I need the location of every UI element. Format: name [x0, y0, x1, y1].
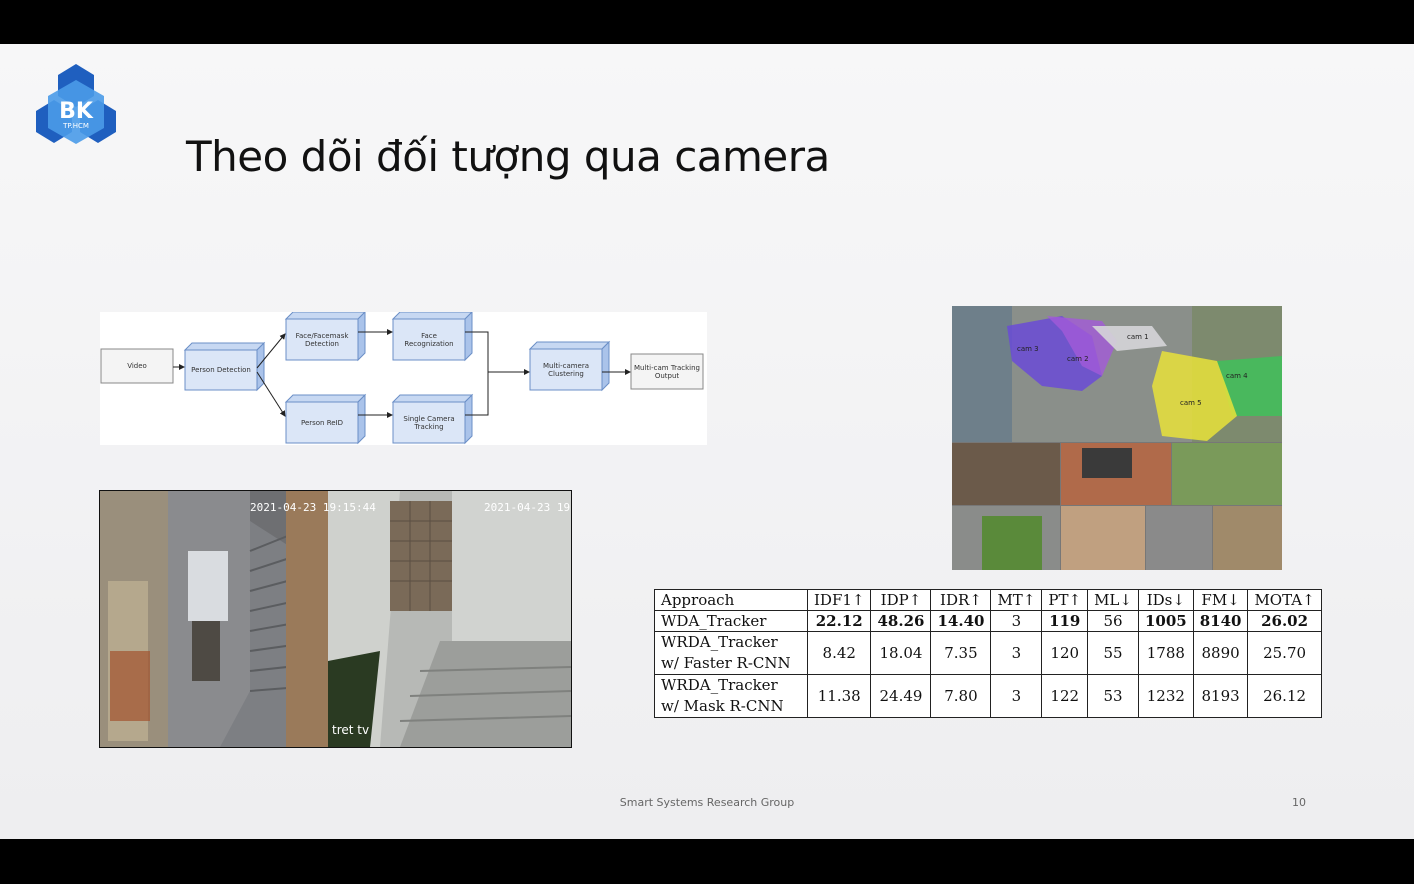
table-header-row: Approach IDF1↑ IDP↑ IDR↑ MT↑ PT↑ ML↓ IDs… [654, 589, 1322, 611]
cell-ml: 56 [1087, 610, 1139, 632]
node-face-detection: Face/Facemask Detection [286, 319, 358, 360]
cell-mt: 3 [990, 674, 1043, 718]
logo-text: BK [59, 99, 94, 124]
header-idr: IDR↑ [930, 589, 992, 611]
cam3-label: cam 3 [1017, 345, 1039, 353]
cell-ids: 1232 [1137, 674, 1194, 718]
slide-title: Theo dõi đối tượng qua camera [186, 132, 830, 181]
cell-mt: 3 [990, 631, 1043, 675]
node-single-camera-tracking: Single Camera Tracking [393, 402, 465, 443]
cam1-label: cam 1 [1127, 333, 1149, 341]
row-approach-name: WDA_Tracker [654, 610, 808, 632]
cam2-label: cam 2 [1067, 355, 1089, 363]
cell-fm: 8890 [1192, 631, 1249, 675]
header-fm: FM↓ [1192, 589, 1249, 611]
node-face-recognition: Face Recognization [393, 319, 465, 360]
row-approach-line1: WRDA_Tracker [661, 676, 778, 694]
row-approach-line2: w/ Mask R-CNN [661, 697, 784, 715]
cell-idp: 48.26 [870, 610, 932, 632]
logo-subtext: TP.HCM [62, 122, 89, 130]
cell-mota: 26.02 [1247, 610, 1322, 632]
cell-pt: 120 [1041, 631, 1089, 675]
header-idf1: IDF1↑ [806, 589, 872, 611]
table-row: WRDA_Tracker w/ Mask R-CNN 11.38 24.49 7.… [654, 674, 1322, 718]
results-table: Approach IDF1↑ IDP↑ IDR↑ MT↑ PT↑ ML↓ IDs… [654, 589, 1322, 718]
cell-ml: 53 [1087, 674, 1139, 718]
row-approach-name: WRDA_Tracker w/ Faster R-CNN [654, 631, 808, 675]
header-idp: IDP↑ [870, 589, 932, 611]
cctv-stairwell-image: 2021-04-23 19:15:44 2021-04-23 19:15:29 … [99, 490, 572, 748]
node-person-detection: Person Detection [191, 366, 251, 374]
node-output-line2: Output [654, 371, 680, 380]
node-video: Video [127, 362, 147, 370]
header-mota: MOTA↑ [1247, 589, 1322, 611]
row-approach-name: WRDA_Tracker w/ Mask R-CNN [654, 674, 808, 718]
cell-idf1: 22.12 [806, 610, 872, 632]
node-multi-camera-clustering: Multi-camera Clustering [530, 349, 602, 390]
cctv-watermark: tret tv [332, 723, 369, 737]
cell-idf1: 11.38 [806, 674, 872, 718]
cell-pt: 122 [1041, 674, 1089, 718]
header-approach: Approach [654, 589, 808, 611]
table-row: WRDA_Tracker w/ Faster R-CNN 8.42 18.04 7… [654, 631, 1322, 675]
node-person-reid: Person ReID [300, 418, 344, 427]
cctv-left-timestamp: 2021-04-23 19:15:44 [250, 501, 376, 514]
header-mt: MT↑ [990, 589, 1043, 611]
node-output-line1: Multi-cam Tracking [634, 363, 700, 372]
node-single-tracking-line2: Tracking [414, 422, 444, 431]
table-row: WDA_Tracker 22.12 48.26 14.40 3 119 56 1… [654, 610, 1322, 632]
node-clustering-line1: Multi-camera [542, 361, 590, 370]
node-face-detection-line1: Face/Facemask [295, 331, 349, 340]
node-face-detection-line2: Detection [304, 339, 339, 348]
slide: BK TP.HCM Theo dõi đối tượng qua camera [0, 44, 1414, 839]
cell-pt: 119 [1041, 610, 1089, 632]
cell-mt: 3 [990, 610, 1043, 632]
row-approach-line1: WRDA_Tracker [661, 633, 778, 651]
university-logo: BK TP.HCM [32, 62, 120, 152]
cell-idp: 18.04 [870, 631, 932, 675]
cell-ids: 1005 [1137, 610, 1194, 632]
node-single-tracking-line1: Single Camera [403, 414, 455, 423]
cam5-label: cam 5 [1180, 399, 1202, 407]
page-number: 10 [1292, 796, 1306, 809]
cam4-label: cam 4 [1226, 372, 1248, 380]
cell-idr: 7.35 [930, 631, 992, 675]
cell-mota: 25.70 [1247, 631, 1322, 675]
multi-camera-map-image: cam 1 cam 2 cam 3 cam 4 cam 5 [952, 306, 1282, 570]
cell-idf1: 8.42 [806, 631, 872, 675]
cell-ids: 1788 [1137, 631, 1194, 675]
header-ids: IDs↓ [1137, 589, 1194, 611]
cell-fm: 8193 [1192, 674, 1249, 718]
node-multi-cam-output: Multi-cam Tracking Output [631, 354, 703, 389]
cell-mota: 26.12 [1247, 674, 1322, 718]
slide-footer: Smart Systems Research Group [619, 796, 795, 809]
node-clustering-line2: Clustering [548, 369, 584, 378]
cell-ml: 55 [1087, 631, 1139, 675]
cell-idp: 24.49 [870, 674, 932, 718]
pipeline-diagram: Video Person Detection Face/Facemask Det… [100, 312, 707, 445]
node-face-recognition-line2: Recognization [404, 339, 454, 348]
node-face-recognition-line1: Face [421, 331, 437, 340]
header-pt: PT↑ [1041, 589, 1089, 611]
cell-fm: 8140 [1192, 610, 1249, 632]
header-ml: ML↓ [1087, 589, 1139, 611]
cell-idr: 14.40 [930, 610, 992, 632]
cctv-right-timestamp: 2021-04-23 19:15:29 [484, 501, 571, 514]
row-approach-line2: w/ Faster R-CNN [661, 654, 791, 672]
cell-idr: 7.80 [930, 674, 992, 718]
